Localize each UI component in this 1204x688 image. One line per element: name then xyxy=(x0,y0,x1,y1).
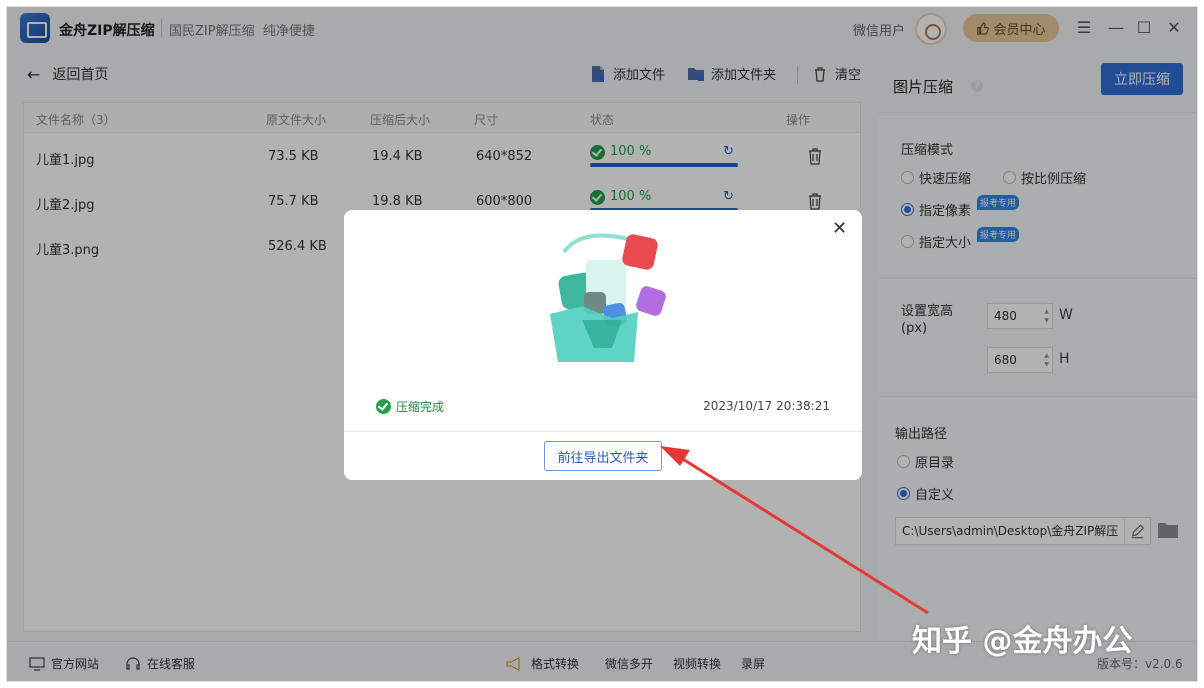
complete-dialog: ✕ 压缩完成 2023/10/17 20:38:21 前往导出文件夹 xyxy=(344,210,862,480)
done-label: 压缩完成 xyxy=(396,400,445,414)
done-timestamp: 2023/10/17 20:38:21 xyxy=(703,399,830,413)
dialog-close-icon[interactable]: ✕ xyxy=(832,220,847,238)
modal-overlay: ✕ 压缩完成 2023/10/17 20:38:21 前往导出文件夹 xyxy=(7,7,1197,681)
app-window: 金舟ZIP解压缩 国民ZIP解压缩 纯净便捷 微信用户 会员中心 ☰ — ☐ ✕… xyxy=(6,6,1198,682)
open-export-folder-button[interactable]: 前往导出文件夹 xyxy=(544,441,662,471)
check-icon xyxy=(376,399,391,414)
compress-done-status: 压缩完成 xyxy=(376,398,444,415)
folder-illustration-icon xyxy=(550,233,666,362)
watermark-text: 知乎 @金舟办公 xyxy=(912,624,1133,659)
dialog-footer: 前往导出文件夹 xyxy=(344,431,862,480)
